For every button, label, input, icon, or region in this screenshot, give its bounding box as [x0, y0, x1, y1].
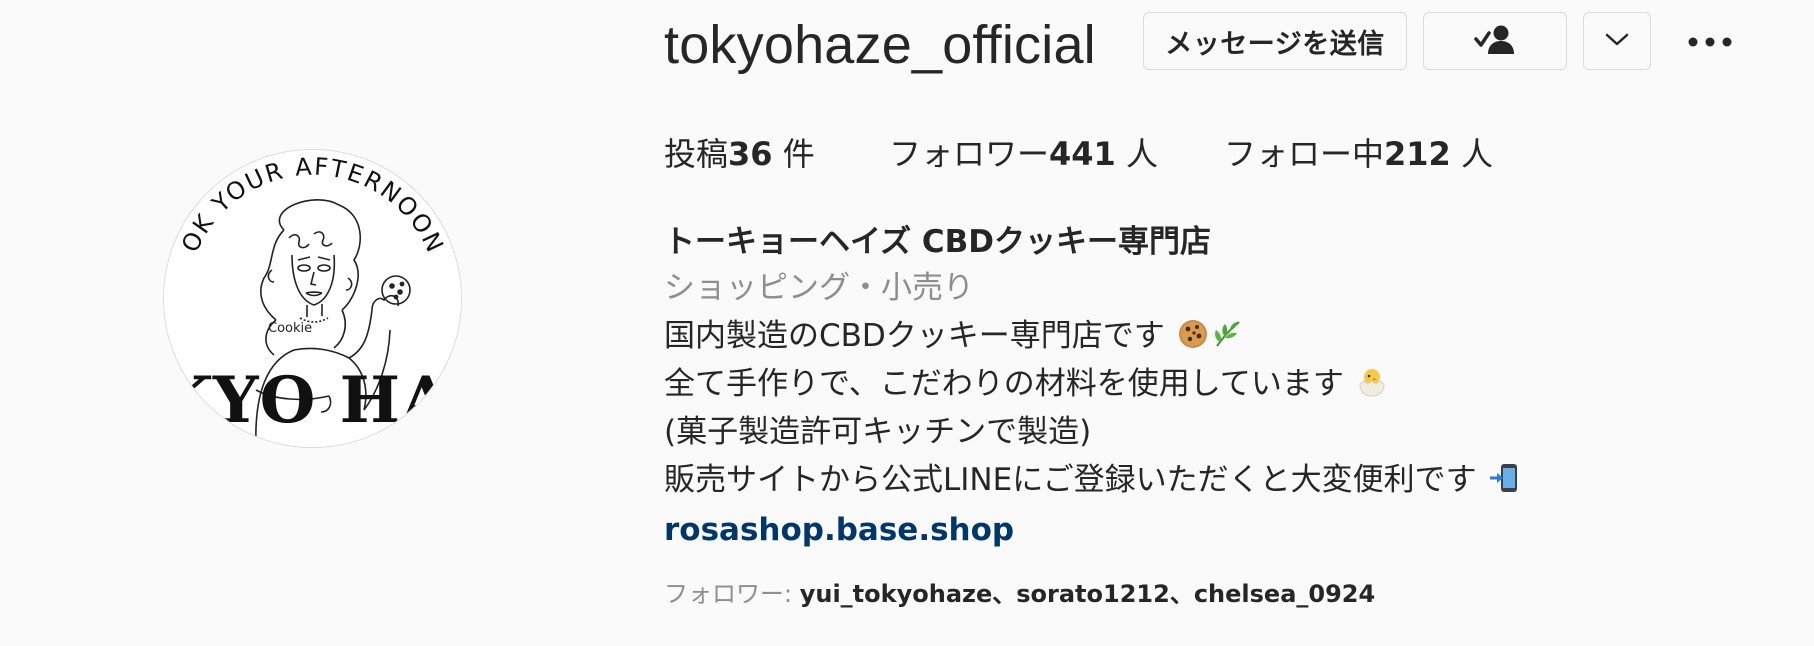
posts-stat: 投稿36 件	[664, 134, 889, 174]
bio-line: 販売サイトから公式LINEにご登録いただくと大変便利です	[664, 460, 1764, 500]
bio-line: 全て手作りで、こだわりの材料を使用しています	[664, 364, 1764, 404]
send-message-label: メッセージを送信	[1165, 28, 1385, 60]
following-label: フォロー中	[1224, 135, 1385, 173]
full-name: トーキョーヘイズ CBDクッキー専門店	[664, 224, 1211, 260]
bio-line: 国内製造のCBDクッキー専門店です	[664, 316, 1764, 356]
profile-stats: 投稿36 件 フォロワー441 人 フォロー中212 人	[664, 134, 1493, 174]
profile-avatar[interactable]: OK YOUR AFTERNOON LI	[163, 149, 462, 448]
followed-by[interactable]: フォロワー: yui_tokyohaze、sorato1212、chelsea_…	[664, 578, 1375, 610]
more-options-icon	[1688, 32, 1732, 51]
bio-line-text: 国内製造のCBDクッキー専門店です	[664, 318, 1165, 354]
more-options-button[interactable]	[1680, 12, 1740, 70]
person-check-icon	[1474, 23, 1516, 59]
posts-unit: 件	[772, 135, 815, 173]
category-label: ショッピング・小売り	[664, 270, 974, 306]
avatar-logo-image: OK YOUR AFTERNOON LI	[164, 150, 461, 447]
chevron-down-icon	[1605, 32, 1629, 51]
posts-count: 36	[728, 135, 773, 173]
bio-line-text: 販売サイトから公式LINEにご登録いただくと大変便利です	[664, 462, 1477, 498]
following-button[interactable]	[1423, 12, 1567, 70]
website-link[interactable]: rosashop.base.shop	[664, 510, 1764, 550]
followers-stat[interactable]: フォロワー441 人	[889, 134, 1224, 174]
followed-by-label: フォロワー:	[664, 580, 800, 608]
followed-by-names[interactable]: yui_tokyohaze、sorato1212、chelsea_0924	[800, 580, 1375, 608]
bio-line-text: (菓子製造許可キッチンで製造)	[664, 414, 1092, 450]
bio-line: (菓子製造許可キッチンで製造)	[664, 412, 1764, 452]
send-message-button[interactable]: メッセージを送信	[1143, 12, 1407, 70]
followers-count: 441	[1049, 135, 1116, 173]
followers-label: フォロワー	[889, 135, 1050, 173]
logo-bottom-text: KYO HA	[164, 363, 452, 438]
followers-unit: 人	[1115, 135, 1158, 173]
username: tokyohaze_official	[664, 15, 1096, 75]
cookie-icon	[1177, 318, 1209, 360]
logo-cookie-text: Cookie	[268, 321, 312, 336]
following-unit: 人	[1450, 135, 1493, 173]
posts-label: 投稿	[664, 135, 729, 173]
profile-header: tokyohaze_official メッセージを送信	[664, 12, 1804, 75]
following-count: 212	[1384, 135, 1451, 173]
profile-bio: トーキョーヘイズ CBDクッキー専門店 ショッピング・小売り 国内製造のCBDク…	[664, 222, 1764, 550]
mobile-arrow-icon	[1488, 462, 1520, 504]
following-stat[interactable]: フォロー中212 人	[1224, 134, 1493, 174]
herb-icon	[1211, 318, 1243, 360]
hatching-chick-icon	[1356, 366, 1388, 408]
suggested-accounts-dropdown[interactable]	[1583, 12, 1651, 70]
bio-line-text: 全て手作りで、こだわりの材料を使用しています	[664, 366, 1344, 402]
